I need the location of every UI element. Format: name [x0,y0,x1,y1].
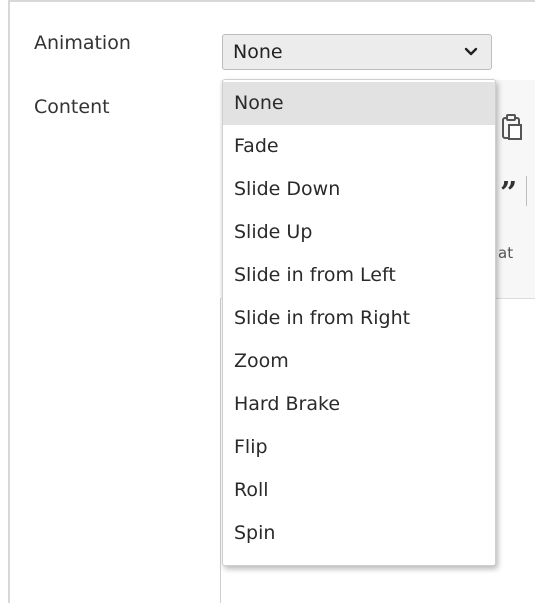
blockquote-icon[interactable]: ” [500,176,517,211]
option-slide-down[interactable]: Slide Down [223,168,495,211]
animation-select-value: None [233,41,283,63]
option-hard-brake[interactable]: Hard Brake [223,383,495,426]
format-label-fragment[interactable]: at [498,244,513,262]
option-roll[interactable]: Roll [223,469,495,512]
panel-border-top [8,0,535,2]
chevron-down-icon [464,47,478,56]
settings-panel: Animation Content ” at None None Fade Sl… [0,0,535,603]
option-flip[interactable]: Flip [223,426,495,469]
option-slide-up[interactable]: Slide Up [223,211,495,254]
animation-select[interactable]: None [222,34,492,70]
content-label: Content [34,96,110,118]
option-spin[interactable]: Spin [223,512,495,555]
paste-icon[interactable] [500,114,524,142]
toolbar-separator [526,176,527,206]
option-slide-in-from-right[interactable]: Slide in from Right [223,297,495,340]
option-zoom[interactable]: Zoom [223,340,495,383]
panel-border-left [8,0,10,603]
option-fade[interactable]: Fade [223,125,495,168]
option-none[interactable]: None [223,82,495,125]
animation-label: Animation [34,32,131,54]
animation-dropdown-list: None Fade Slide Down Slide Up Slide in f… [222,79,496,566]
option-slide-in-from-left[interactable]: Slide in from Left [223,254,495,297]
